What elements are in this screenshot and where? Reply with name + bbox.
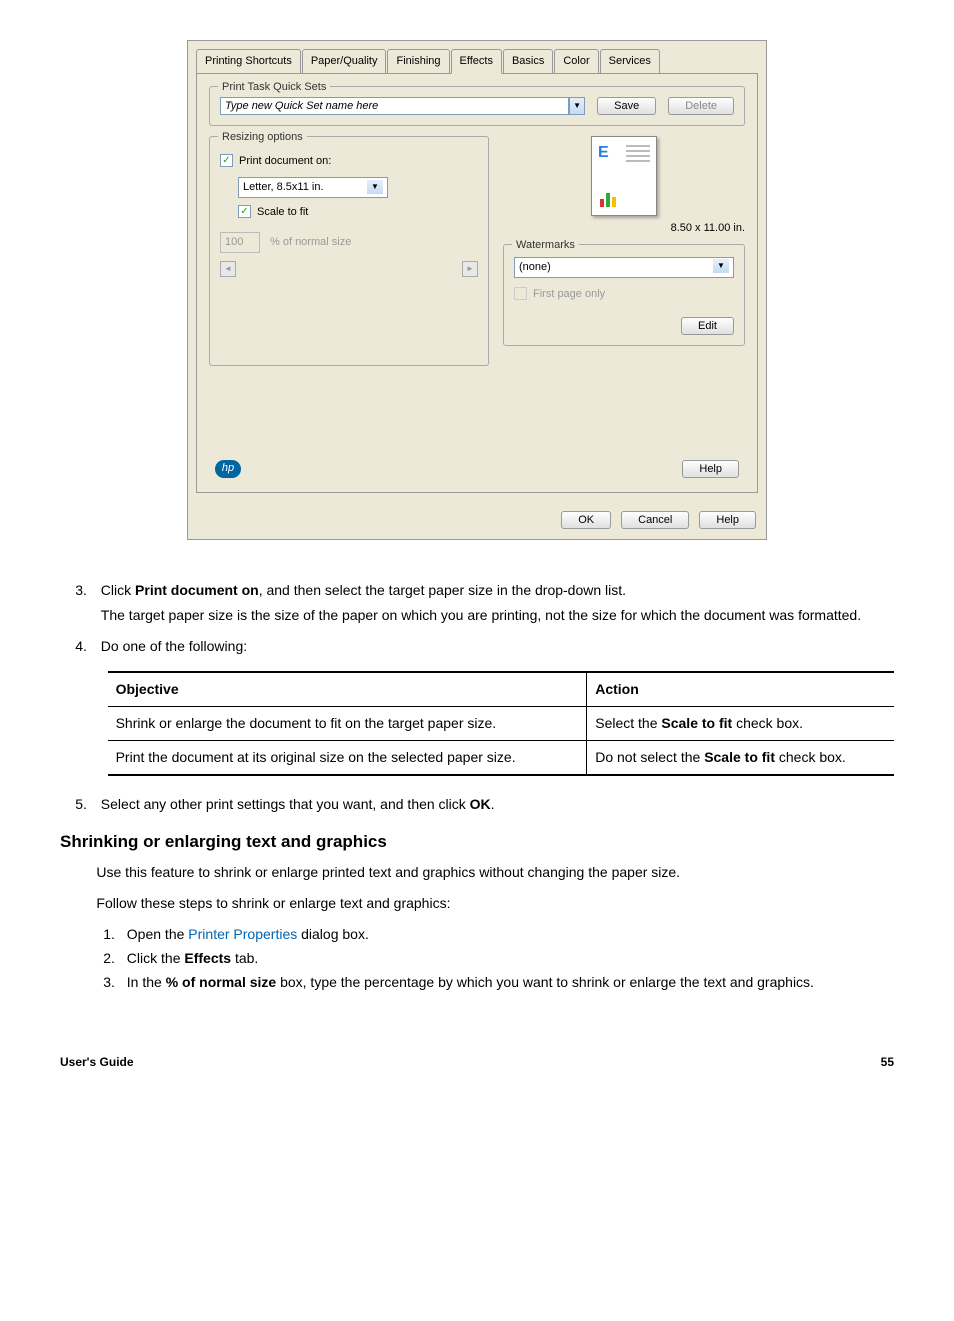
tab-finishing[interactable]: Finishing — [387, 49, 449, 73]
chevron-down-icon: ▼ — [713, 259, 729, 273]
objective-table: Objective Action Shrink or enlarge the d… — [108, 671, 894, 776]
preview-letter-icon: E — [598, 141, 609, 165]
print-document-on-checkbox[interactable]: ✓ — [220, 154, 233, 167]
percent-label: % of normal size — [270, 234, 351, 251]
ok-button[interactable]: OK — [561, 511, 611, 529]
paper-size-value: Letter, 8.5x11 in. — [243, 179, 324, 196]
preview-lines-icon — [626, 145, 650, 165]
percent-slider: ◄ ► — [220, 261, 478, 277]
tab-printing-shortcuts[interactable]: Printing Shortcuts — [196, 49, 301, 73]
step-3: Click Print document on, and then select… — [91, 580, 894, 626]
table-header-objective: Objective — [108, 672, 587, 707]
list-item: Click the Effects tab. — [119, 948, 894, 969]
resizing-fieldset: Resizing options ✓ Print document on: Le… — [209, 136, 489, 366]
help-button-footer[interactable]: Help — [699, 511, 756, 529]
printer-properties-link[interactable]: Printer Properties — [188, 926, 297, 942]
tab-effects[interactable]: Effects — [451, 49, 502, 74]
first-page-only-checkbox — [514, 287, 527, 300]
chevron-down-icon: ▼ — [367, 180, 383, 194]
chevron-down-icon[interactable]: ▼ — [569, 97, 585, 115]
print-document-on-label: Print document on: — [239, 153, 331, 170]
table-row: Select the Scale to fit check box. — [587, 706, 894, 740]
watermarks-fieldset: Watermarks (none) ▼ First page only Edit — [503, 244, 745, 346]
percent-input: 100 — [220, 232, 260, 253]
watermarks-legend: Watermarks — [512, 237, 579, 254]
step-5: Select any other print settings that you… — [91, 794, 894, 815]
tab-basics[interactable]: Basics — [503, 49, 553, 73]
page-footer: User's Guide 55 — [60, 1053, 894, 1071]
resizing-legend: Resizing options — [218, 129, 307, 146]
delete-button: Delete — [668, 97, 734, 115]
list-item: In the % of normal size box, type the pe… — [119, 972, 894, 993]
watermark-value: (none) — [519, 259, 551, 276]
list-item: Open the Printer Properties dialog box. — [119, 924, 894, 945]
tab-strip: Printing Shortcuts Paper/Quality Finishi… — [188, 41, 766, 73]
hp-logo-icon: hp — [215, 460, 241, 478]
first-page-only-label: First page only — [533, 286, 605, 303]
table-row: Do not select the Scale to fit check box… — [587, 740, 894, 775]
scale-to-fit-checkbox[interactable]: ✓ — [238, 205, 251, 218]
save-button[interactable]: Save — [597, 97, 656, 115]
scale-to-fit-label: Scale to fit — [257, 204, 308, 221]
watermark-select[interactable]: (none) ▼ — [514, 257, 734, 278]
section-heading: Shrinking or enlarging text and graphics — [60, 829, 894, 855]
table-row: Shrink or enlarge the document to fit on… — [108, 706, 587, 740]
preview-chart-icon — [600, 193, 616, 207]
step-3-note: The target paper size is the size of the… — [101, 605, 894, 626]
tab-services[interactable]: Services — [600, 49, 660, 73]
slider-left-icon: ◄ — [220, 261, 236, 277]
section-para-2: Follow these steps to shrink or enlarge … — [96, 893, 894, 914]
tab-paper-quality[interactable]: Paper/Quality — [302, 49, 387, 73]
preview-dimensions: 8.50 x 11.00 in. — [503, 220, 745, 237]
table-header-action: Action — [587, 672, 894, 707]
footer-title: User's Guide — [60, 1053, 134, 1071]
help-button[interactable]: Help — [682, 460, 739, 478]
paper-size-select[interactable]: Letter, 8.5x11 in. ▼ — [238, 177, 388, 198]
step-4: Do one of the following: — [91, 636, 894, 657]
table-row: Print the document at its original size … — [108, 740, 587, 775]
quickset-name-input[interactable] — [220, 97, 569, 115]
page-number: 55 — [881, 1053, 894, 1071]
cancel-button[interactable]: Cancel — [621, 511, 689, 529]
tab-color[interactable]: Color — [554, 49, 598, 73]
page-preview: E 8.50 x 11.00 in. — [503, 136, 745, 237]
edit-button[interactable]: Edit — [681, 317, 734, 335]
quicksets-legend: Print Task Quick Sets — [218, 79, 330, 96]
quicksets-fieldset: Print Task Quick Sets ▼ Save Delete — [209, 86, 745, 126]
section-para-1: Use this feature to shrink or enlarge pr… — [96, 862, 894, 883]
slider-right-icon: ► — [462, 261, 478, 277]
print-dialog: Printing Shortcuts Paper/Quality Finishi… — [187, 40, 767, 540]
